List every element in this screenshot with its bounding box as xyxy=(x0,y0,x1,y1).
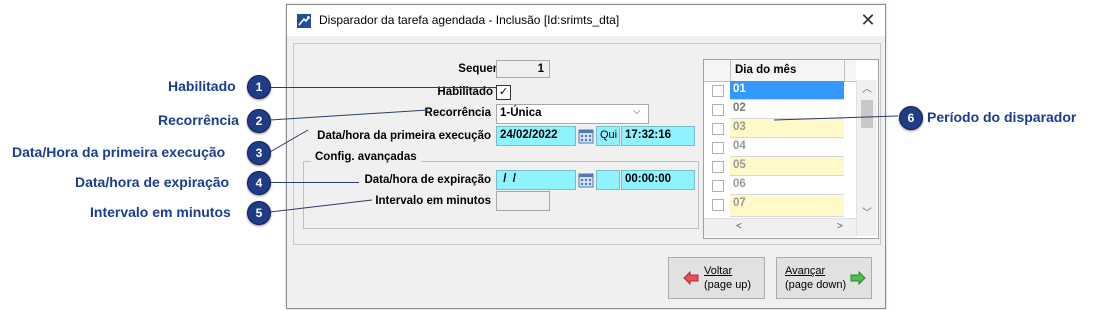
dialog-window: Disparador da tarefa agendada - Inclusão… xyxy=(286,4,886,309)
row-checkbox[interactable] xyxy=(712,180,724,192)
callout-badge-4: 4 xyxy=(247,171,271,195)
grid-row[interactable]: 07 xyxy=(730,195,844,217)
callout-badge-2: 2 xyxy=(247,109,271,133)
scroll-left-icon[interactable]: < xyxy=(736,221,742,232)
grid-row[interactable]: 04 xyxy=(730,138,844,157)
expiracao-weekday xyxy=(596,170,620,190)
callout-line-1 xyxy=(271,87,496,88)
voltar-button[interactable]: Voltar (page up) xyxy=(668,257,765,299)
grid-header-dia[interactable]: Dia do mês xyxy=(735,64,796,76)
expiracao-date[interactable]: / / xyxy=(496,170,576,190)
scroll-right-icon[interactable]: > xyxy=(837,221,843,232)
row-checkbox[interactable] xyxy=(712,161,724,173)
arrow-right-icon xyxy=(850,271,866,285)
expiracao-time[interactable]: 00:00:00 xyxy=(621,170,695,190)
callout-line-2 xyxy=(270,109,429,121)
dia-do-mes-grid[interactable]: Dia do mês 01 02 03 04 05 06 07 ︿ ﹀ < > xyxy=(703,59,879,239)
calendar-icon[interactable] xyxy=(578,172,594,188)
sequencial-field: 1 xyxy=(496,60,550,78)
grid-row[interactable]: 05 xyxy=(730,157,844,176)
row-checkbox[interactable] xyxy=(712,85,724,97)
primeira-execucao-date[interactable]: 24/02/2022 xyxy=(496,126,576,146)
scroll-down-icon[interactable]: ﹀ xyxy=(862,204,872,219)
voltar-label: Voltar xyxy=(704,265,733,277)
grid-header-row: Dia do mês xyxy=(704,60,856,82)
recorrencia-value: 1-Única xyxy=(500,107,542,119)
grid-row[interactable]: 06 xyxy=(730,176,844,195)
chevron-down-icon[interactable]: ⌵ xyxy=(633,106,641,117)
close-icon[interactable]: ✕ xyxy=(859,11,877,29)
callout-badge-3: 3 xyxy=(247,141,271,165)
avancar-label: Avançar xyxy=(785,265,826,277)
callout-label-primeira: Data/Hora da primeira execução xyxy=(12,144,226,160)
callout-line-4 xyxy=(271,182,359,183)
callout-line-6 xyxy=(774,115,899,121)
row-checkbox[interactable] xyxy=(712,104,724,116)
primeira-execucao-time[interactable]: 17:32:16 xyxy=(621,126,695,146)
avancar-button[interactable]: Avançar (page down) xyxy=(776,257,872,299)
callout-label-expiracao: Data/hora de expiração xyxy=(75,174,230,190)
calendar-icon[interactable] xyxy=(578,128,594,144)
callout-label-intervalo: Intervalo em minutos xyxy=(90,204,231,220)
expiracao-label: Data/hora de expiração xyxy=(364,174,491,186)
title-bar: Disparador da tarefa agendada - Inclusão… xyxy=(287,5,885,36)
callout-label-periodo: Período do disparador xyxy=(927,109,1077,125)
row-checkbox[interactable] xyxy=(712,123,724,135)
window-title: Disparador da tarefa agendada - Inclusão… xyxy=(319,13,620,27)
avancar-shortcut: (page down) xyxy=(785,279,847,291)
callout-label-recorrencia: Recorrência xyxy=(158,112,239,128)
callout-badge-1: 1 xyxy=(247,75,271,99)
primeira-execucao-label: Data/hora da primeira execução xyxy=(317,130,491,142)
arrow-left-icon xyxy=(683,271,699,285)
habilitado-checkbox[interactable]: ✓ xyxy=(496,85,511,100)
app-icon xyxy=(297,14,311,28)
config-avancadas-title: Config. avançadas xyxy=(311,151,421,163)
primeira-execucao-weekday: Qui xyxy=(596,126,620,146)
callout-badge-5: 5 xyxy=(247,201,271,225)
callout-badge-6: 6 xyxy=(899,106,923,130)
row-checkbox[interactable] xyxy=(712,142,724,154)
horizontal-scrollbar[interactable]: < > xyxy=(704,218,856,237)
callout-label-habilitado: Habilitado xyxy=(168,78,236,94)
callout-line-3 xyxy=(270,129,309,153)
vertical-scrollbar[interactable]: ︿ ﹀ xyxy=(856,80,877,236)
callout-line-5 xyxy=(270,199,373,213)
intervalo-field[interactable] xyxy=(496,191,550,211)
voltar-shortcut: (page up) xyxy=(704,279,752,291)
scroll-up-icon[interactable]: ︿ xyxy=(862,80,872,95)
grid-row[interactable]: 01 xyxy=(730,81,844,100)
recorrencia-select[interactable]: 1-Única ⌵ xyxy=(496,104,649,124)
row-checkbox[interactable] xyxy=(712,199,724,211)
